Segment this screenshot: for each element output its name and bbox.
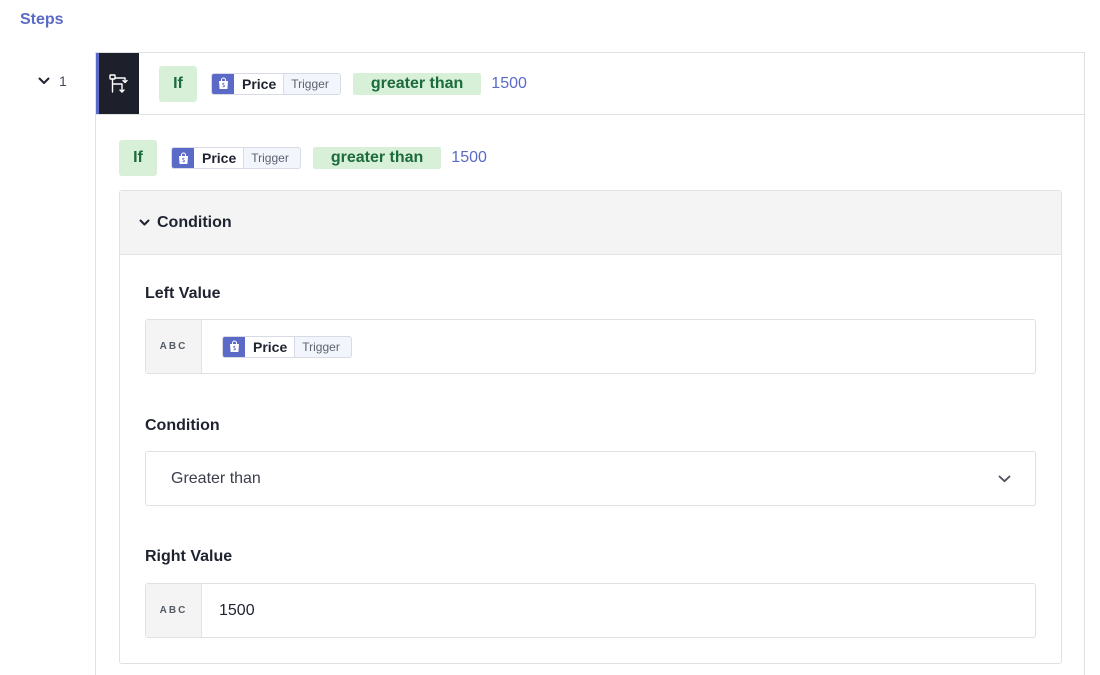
header-condition-row: If Price Trigger greater than 1500 — [159, 65, 527, 102]
condition-value: 1500 — [491, 74, 527, 92]
shopify-bag-icon — [223, 336, 245, 357]
token-name: Price — [234, 73, 284, 94]
step-header[interactable]: If Price Trigger greater than 1500 — [96, 53, 1084, 115]
step-collapse-toggle[interactable]: 1 — [38, 73, 67, 89]
shopify-bag-icon — [172, 148, 194, 168]
price-token[interactable]: Price Trigger — [222, 335, 352, 358]
operator-chip: greater than — [352, 72, 482, 95]
chevron-down-icon — [38, 77, 50, 84]
condition-label: Condition — [145, 417, 220, 434]
token-name: Price — [245, 336, 295, 357]
right-value-label: Right Value — [145, 548, 233, 565]
condition-panel: Condition Left Value ABC Price Trigger C… — [119, 190, 1062, 664]
token-source: Trigger — [294, 336, 351, 357]
condition-panel-toggle[interactable]: Condition — [120, 191, 1061, 255]
price-token: Price Trigger — [211, 72, 341, 95]
operator-chip: greater than — [312, 147, 442, 169]
step-type-icon-box — [96, 53, 139, 114]
chevron-down-icon — [998, 475, 1011, 482]
step-card: If Price Trigger greater than 1500 If Pr… — [95, 52, 1085, 675]
condition-value: 1500 — [451, 149, 487, 166]
type-tag: ABC — [146, 584, 202, 637]
condition-panel-title: Condition — [157, 213, 232, 231]
workflow-editor: Steps 1 If Price Trigger greater than 15… — [0, 0, 1100, 675]
summary-condition-row: If Price Trigger greater than 1500 — [119, 140, 487, 176]
step-number: 1 — [59, 73, 67, 89]
chevron-down-icon — [139, 219, 150, 225]
branch-condition-icon — [109, 73, 128, 93]
shopify-bag-icon — [212, 73, 234, 94]
if-chip: If — [159, 65, 197, 102]
left-value-field[interactable]: ABC Price Trigger — [145, 319, 1036, 374]
steps-title: Steps — [20, 11, 64, 28]
condition-select[interactable]: Greater than — [145, 451, 1036, 506]
token-name: Price — [194, 148, 244, 168]
if-chip: If — [119, 140, 157, 176]
type-tag: ABC — [146, 320, 202, 373]
token-source: Trigger — [243, 148, 300, 168]
right-value-text[interactable]: 1500 — [219, 602, 255, 620]
price-token: Price Trigger — [171, 147, 301, 169]
condition-select-value: Greater than — [171, 469, 261, 487]
right-value-field[interactable]: ABC 1500 — [145, 583, 1036, 638]
left-value-label: Left Value — [145, 285, 221, 302]
token-source: Trigger — [283, 73, 340, 94]
